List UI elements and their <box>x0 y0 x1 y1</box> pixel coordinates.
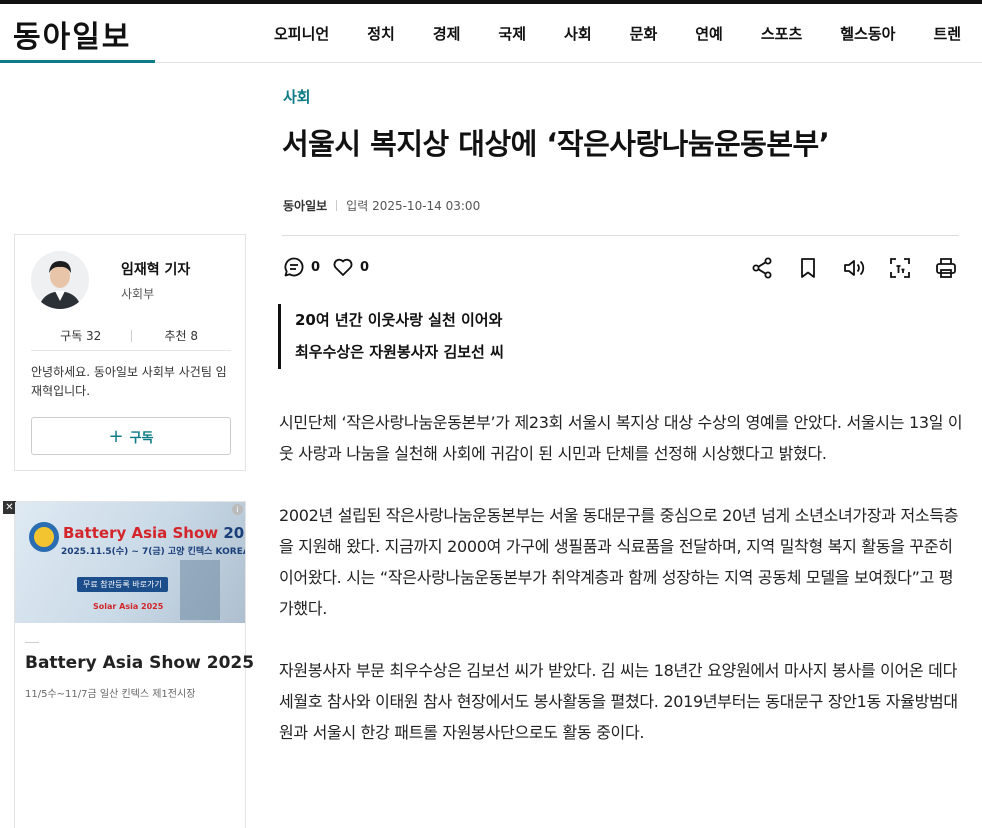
reporter-name[interactable]: 임재혁 기자 <box>121 259 190 279</box>
article-subhead: 20여 년간 이웃사랑 실천 이어와 최우수상은 자원봉사자 김보선 씨 <box>278 304 504 369</box>
reporter-card: 임재혁 기자 사회부 구독 32 추천 8 안녕하세요. 동아일보 사회부 사건… <box>14 234 246 471</box>
comment-icon[interactable] <box>283 256 305 278</box>
ad-banner-title: Battery Asia Show 2025 <box>63 524 245 542</box>
nav-item-politics[interactable]: 정치 <box>367 23 395 44</box>
text-size-icon[interactable] <box>888 256 912 280</box>
ad-battery-image <box>180 560 220 620</box>
article-tools <box>728 256 958 280</box>
nav-item-entertainment[interactable]: 연예 <box>695 23 723 44</box>
article-paragraph: 자원봉사자 부문 최우수상은 김보선 씨가 받았다. 김 씨는 18년간 요양원… <box>279 661 958 742</box>
article-paragraph: 2002년 설립된 작은사랑나눔운동본부는 서울 동대문구를 중심으로 20년 … <box>279 506 959 618</box>
subscribe-label: 구독 <box>129 430 154 446</box>
reporter-intro: 안녕하세요. 동아일보 사회부 사건팀 임재혁입니다. <box>31 365 227 398</box>
heart-icon[interactable] <box>332 256 354 278</box>
reaction-bar: 0 0 <box>283 256 381 278</box>
article-paragraph: 시민단체 ‘작은사랑나눔운동본부’가 제23회 서울시 복지상 대상 수상의 영… <box>279 413 963 463</box>
nav-item-culture[interactable]: 문화 <box>630 23 658 44</box>
article-category[interactable]: 사회 <box>283 86 311 107</box>
ad-info-icon[interactable]: i <box>232 504 243 515</box>
ad-register-button[interactable]: 무료 참관등록 바로가기 <box>77 577 168 592</box>
ad-box: ✕ Battery Asia Show 2025 2025.11.5(수) ~ … <box>3 501 254 828</box>
logo-area[interactable]: 동아일보 <box>0 4 155 63</box>
nav-item-sports[interactable]: 스포츠 <box>761 23 802 44</box>
main-nav: 오피니언 정치 경제 국제 사회 문화 연예 스포츠 헬스동아 트렌 <box>274 4 982 63</box>
ad-solar-logo: Solar Asia 2025 <box>93 602 164 611</box>
reporter-avatar[interactable] <box>31 251 89 309</box>
nav-item-opinion[interactable]: 오피니언 <box>274 23 329 44</box>
article-date: 입력 2025-10-14 03:00 <box>346 199 481 213</box>
nav-item-international[interactable]: 국제 <box>498 23 526 44</box>
nav-item-trend[interactable]: 트렌 <box>933 23 961 44</box>
nav-item-society[interactable]: 사회 <box>564 23 592 44</box>
recommend-count: 추천 8 <box>164 329 199 343</box>
plus-icon: + <box>108 425 124 447</box>
comment-count: 0 <box>311 259 321 275</box>
ad-gear-icon <box>29 522 59 552</box>
like-count: 0 <box>360 259 370 275</box>
ad-banner-year: 2025 <box>223 524 245 542</box>
ad-banner[interactable]: Battery Asia Show 2025 2025.11.5(수) ~ 7(… <box>15 502 245 623</box>
ad-banner-title-text: Battery Asia Show <box>63 524 219 542</box>
byline-rule <box>282 235 959 236</box>
site-logo[interactable]: 동아일보 <box>13 12 131 56</box>
bookmark-icon[interactable] <box>796 256 820 280</box>
ad-subtitle: 11/5수~11/7금 일산 킨텍스 제1전시장 <box>25 689 196 700</box>
subscribe-count: 구독 32 <box>60 329 102 343</box>
speaker-icon[interactable] <box>842 256 866 280</box>
reporter-dept: 사회부 <box>121 287 155 301</box>
article-headline: 서울시 복지상 대상에 ‘작은사랑나눔운동본부’ <box>282 127 830 161</box>
ad-rule <box>25 642 39 643</box>
share-icon[interactable] <box>750 256 774 280</box>
article-body: 시민단체 ‘작은사랑나눔운동본부’가 제23회 서울시 복지상 대상 수상의 영… <box>279 407 963 779</box>
article-byline: 동아일보 입력 2025-10-14 03:00 <box>283 197 480 214</box>
subhead-line: 20여 년간 이웃사랑 실천 이어와 <box>295 311 503 329</box>
subhead-line: 최우수상은 자원봉사자 김보선 씨 <box>295 343 504 361</box>
reporter-stats: 구독 32 추천 8 <box>31 321 231 351</box>
byline-divider <box>336 200 338 211</box>
nav-item-health[interactable]: 헬스동아 <box>840 23 895 44</box>
site-header: 동아일보 오피니언 정치 경제 국제 사회 문화 연예 스포츠 헬스동아 트렌 <box>0 4 982 63</box>
subscribe-button[interactable]: + 구독 <box>31 417 231 455</box>
nav-item-economy[interactable]: 경제 <box>433 23 461 44</box>
ad-title[interactable]: Battery Asia Show 2025 <box>25 653 254 673</box>
ad-banner-date: 2025.11.5(수) ~ 7(금) 고양 킨텍스 KOREA <box>61 547 245 557</box>
article-source: 동아일보 <box>283 199 328 213</box>
print-icon[interactable] <box>934 256 958 280</box>
